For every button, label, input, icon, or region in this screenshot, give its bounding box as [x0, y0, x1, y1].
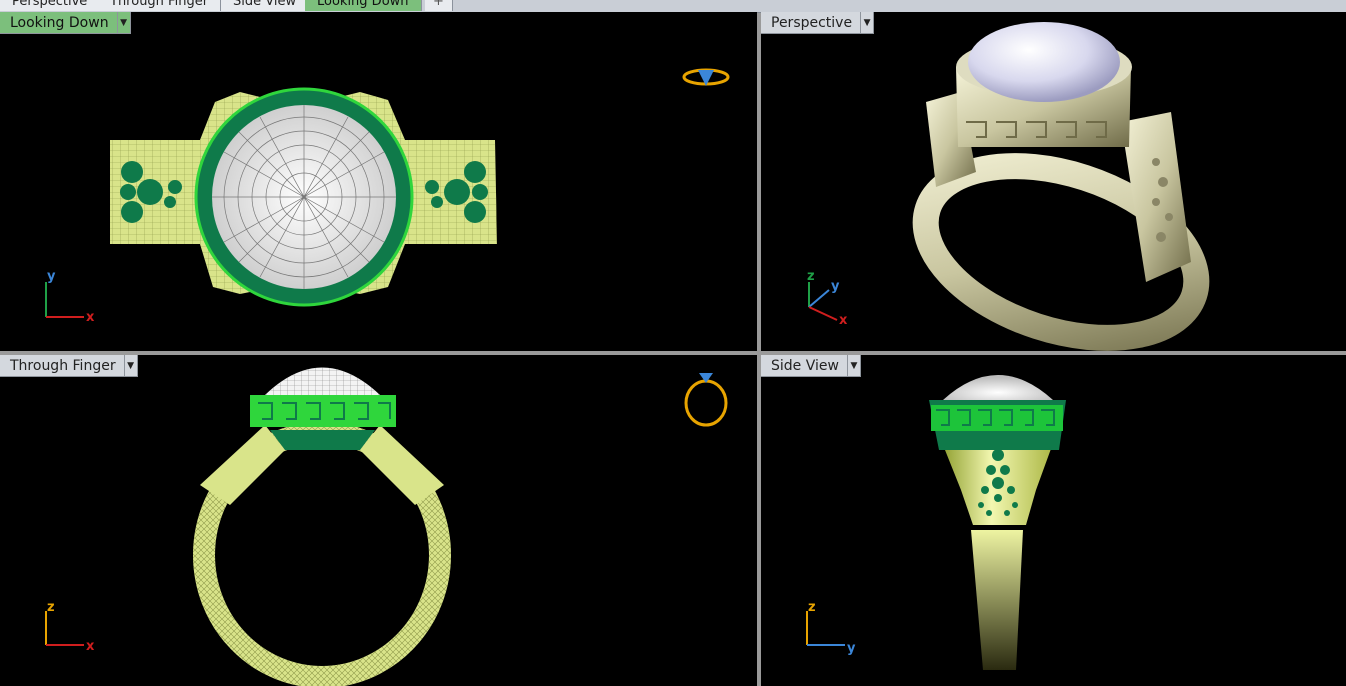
shank	[971, 530, 1023, 670]
ring-side-render: z y	[806, 375, 1066, 670]
tab-looking-down[interactable]: Looking Down	[305, 0, 422, 11]
axis-label-z: z	[807, 269, 815, 284]
axis-label-v: z	[808, 600, 816, 615]
axis-label-v: y	[47, 269, 56, 284]
viewport-title[interactable]: Through Finger	[0, 355, 125, 377]
viewport-title[interactable]: Looking Down	[0, 12, 118, 34]
tab-side-view[interactable]: Side View	[221, 0, 310, 11]
orientation-gizmo-icon[interactable]	[684, 373, 728, 427]
viewport-side-view[interactable]: Side View ▼ z y	[761, 355, 1346, 686]
chevron-down-icon[interactable]: ▼	[861, 12, 875, 34]
viewport-title[interactable]: Perspective	[761, 12, 862, 34]
viewport-label[interactable]: Through Finger ▼	[0, 355, 138, 377]
pearl-stone	[968, 22, 1120, 102]
chevron-down-icon[interactable]: ▼	[847, 355, 861, 377]
orientation-gizmo-icon[interactable]	[682, 68, 730, 86]
pearl-stone	[943, 375, 1053, 400]
viewport-title[interactable]: Side View	[761, 355, 848, 377]
tab-perspective[interactable]: Perspective	[0, 0, 101, 11]
axis-label-x: x	[839, 313, 848, 328]
tab-through-finger[interactable]: Through Finger	[98, 0, 222, 11]
viewport-label[interactable]: Side View ▼	[761, 355, 861, 377]
axis-label-h: y	[847, 641, 856, 656]
ring-front-render: z x	[45, 367, 728, 686]
chevron-down-icon[interactable]: ▼	[117, 12, 131, 34]
ring-top-render: y x	[45, 68, 730, 325]
viewport-perspective[interactable]: Perspective ▼ z y x	[761, 12, 1346, 351]
viewport-label[interactable]: Perspective ▼	[761, 12, 875, 34]
axis-label-h: x	[86, 639, 95, 654]
axis-indicator	[806, 611, 845, 646]
viewport-through-finger[interactable]: Through Finger ▼ z x	[0, 355, 757, 686]
axis-label-v: z	[47, 600, 55, 615]
axis-label-y: y	[831, 279, 840, 294]
ring-perspective-render: z y x	[807, 22, 1210, 351]
viewport-label[interactable]: Looking Down ▼	[0, 12, 131, 34]
viewport-looking-down[interactable]: Looking Down ▼ y x	[0, 12, 757, 351]
add-tab-button[interactable]: +	[425, 0, 453, 11]
axis-label-h: x	[86, 310, 95, 325]
axis-indicator	[45, 282, 84, 318]
axis-indicator	[45, 611, 84, 646]
chevron-down-icon[interactable]: ▼	[124, 355, 138, 377]
